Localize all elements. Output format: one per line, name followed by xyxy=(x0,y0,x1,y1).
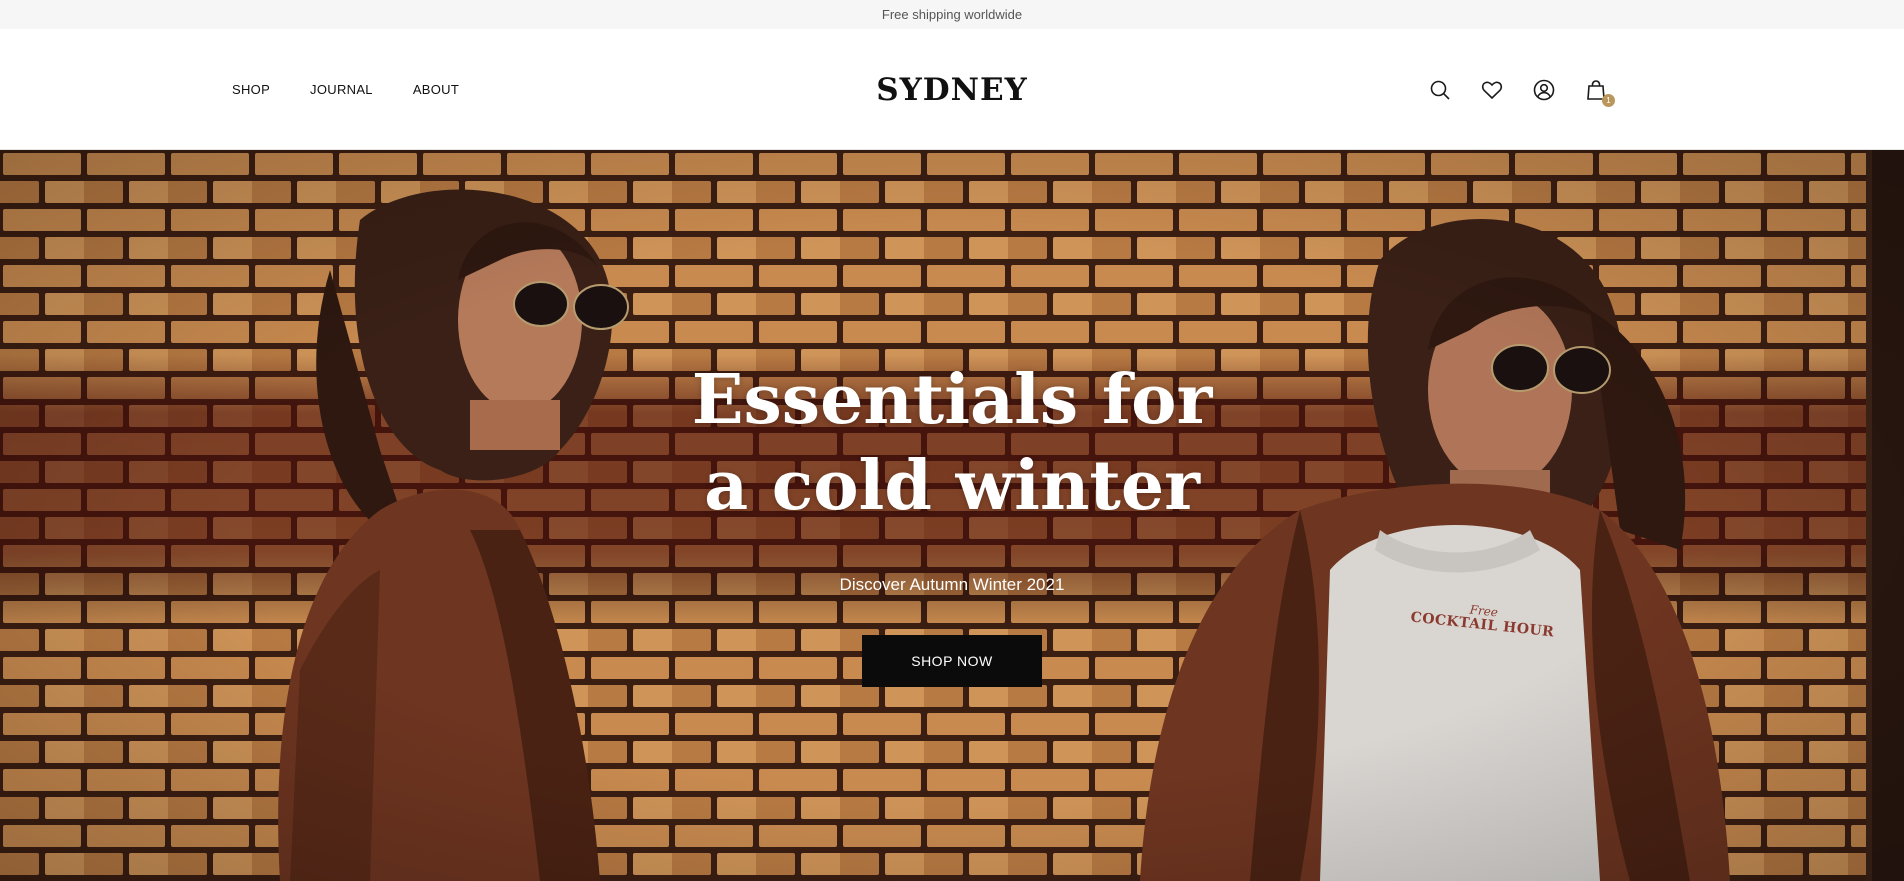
site-logo[interactable]: SYDNEY xyxy=(876,72,1028,108)
account-button[interactable] xyxy=(1531,77,1557,103)
hero-subtitle: Discover Autumn Winter 2021 xyxy=(839,575,1065,594)
cart-button[interactable]: 1 xyxy=(1583,77,1615,107)
cart-count-badge: 1 xyxy=(1602,93,1615,107)
search-button[interactable] xyxy=(1427,77,1453,103)
announcement-text: Free shipping worldwide xyxy=(881,7,1023,22)
shop-now-button[interactable]: SHOP NOW xyxy=(862,635,1042,687)
search-icon xyxy=(1430,80,1450,100)
announcement-bar: Free shipping worldwide xyxy=(0,0,1904,29)
site-header: SHOP JOURNAL ABOUT SYDNEY 1 xyxy=(0,29,1904,150)
nav-journal[interactable]: JOURNAL xyxy=(310,82,373,97)
account-icon xyxy=(1533,79,1555,100)
heart-icon xyxy=(1481,81,1503,99)
hero-headline-line2: a cold winter xyxy=(704,446,1200,526)
main-nav: SHOP JOURNAL ABOUT xyxy=(232,29,459,150)
nav-about[interactable]: ABOUT xyxy=(413,82,459,97)
hero-banner: Free COCKTAIL HOUR Essentials for a cold… xyxy=(0,150,1904,881)
hero-headline: Essentials for a cold winter xyxy=(552,357,1352,529)
hero-headline-line1: Essentials for xyxy=(691,360,1213,440)
nav-shop[interactable]: SHOP xyxy=(232,82,270,97)
wishlist-button[interactable] xyxy=(1479,77,1505,103)
header-icons: 1 xyxy=(1427,29,1615,150)
hero-content: Essentials for a cold winter Discover Au… xyxy=(0,150,1904,881)
